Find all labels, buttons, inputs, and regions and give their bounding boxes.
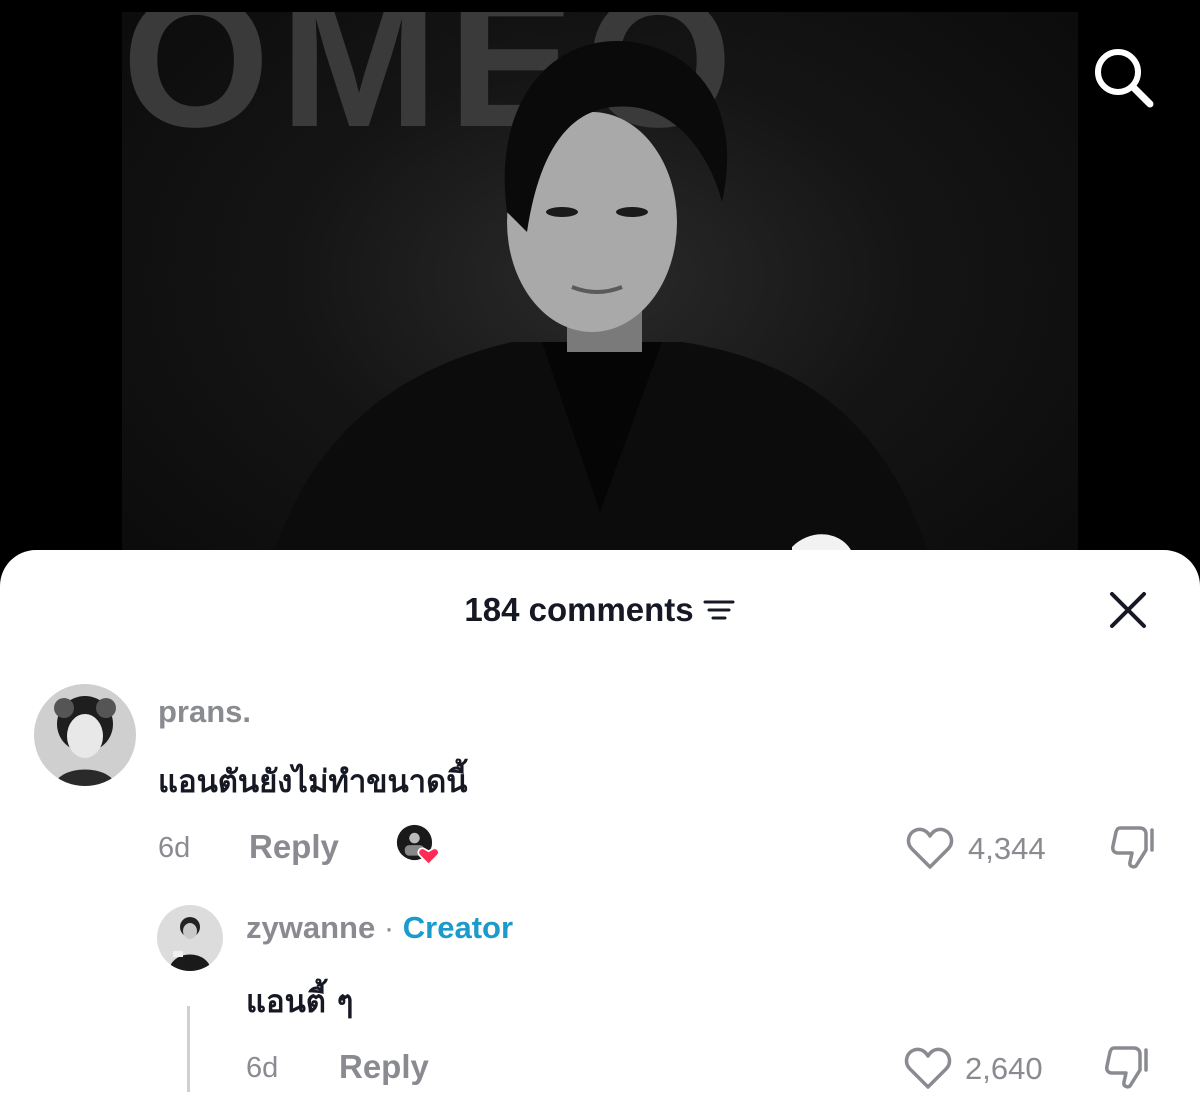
dislike-icon[interactable] [1110, 824, 1156, 870]
comments-header: 184 comments [0, 588, 1200, 632]
separator-dot: · [383, 910, 395, 945]
creator-badge: Creator [402, 910, 514, 945]
reply-button[interactable]: Reply [339, 1048, 429, 1086]
close-icon[interactable] [1108, 590, 1148, 630]
reply-button[interactable]: Reply [249, 828, 339, 866]
video-frame: OMEO [122, 12, 1078, 600]
reply-username[interactable]: zywanne [246, 910, 375, 945]
sort-filter-icon[interactable] [702, 597, 736, 623]
avatar[interactable] [34, 684, 136, 786]
heart-icon[interactable] [906, 826, 954, 870]
video-player[interactable]: OMEO [0, 0, 1200, 600]
thread-line [187, 1006, 190, 1092]
dislike-icon[interactable] [1104, 1044, 1150, 1090]
video-person-figure [262, 41, 942, 600]
comment-count: 184 comments [464, 591, 694, 628]
creator-liked-badge [396, 824, 440, 866]
heart-icon[interactable] [904, 1046, 952, 1090]
like-count: 4,344 [968, 831, 1046, 866]
comment-text: แอนตันยังไม่ทำขนาดนี้ [158, 764, 468, 800]
reply-username-line: zywanne · Creator [246, 910, 513, 946]
avatar[interactable] [157, 905, 223, 971]
comments-sheet: 184 comments prans. แอนตันยังไม่ทำขนาดนี… [0, 550, 1200, 1107]
reply-time: 6d [246, 1052, 279, 1084]
comment-time: 6d [158, 832, 191, 864]
search-icon[interactable] [1090, 44, 1156, 110]
like-count: 2,640 [965, 1051, 1043, 1086]
reply-text: แอนตี้ ๆ [246, 984, 354, 1020]
comment-username[interactable]: prans. [158, 694, 251, 730]
